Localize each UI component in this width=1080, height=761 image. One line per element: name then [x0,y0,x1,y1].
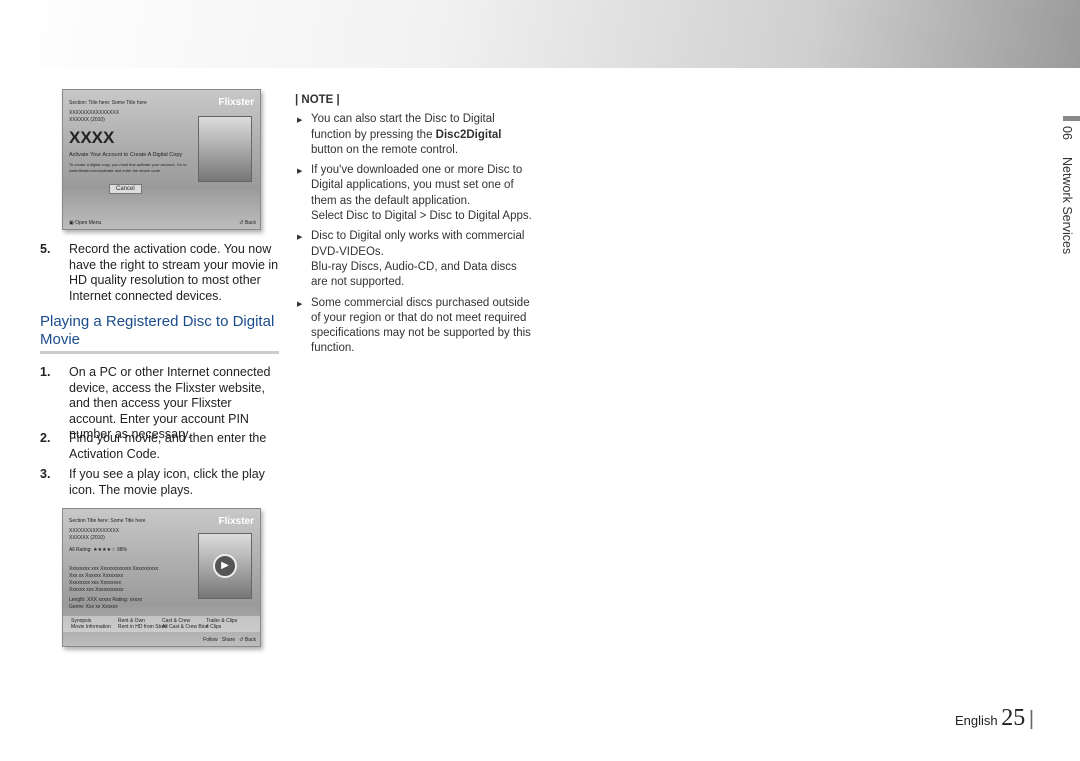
title-line: XXXXXXXXXXXXXXX [69,528,120,534]
section-heading: Playing a Registered Disc to Digital Mov… [40,313,275,348]
back: ↺ Back [239,220,256,226]
year-line: XXXXXX (2010) [69,117,105,123]
info: Xxxxxxxx xxx Xxxxxxxx [69,580,121,586]
open-menu: ▣ Open Menu [69,220,102,226]
page-footer: English 25 | [955,705,1035,731]
tab-bar: Synopsis Movie Information Rent & Own Rent… [63,616,260,632]
movie-screenshot: Section Title here: Some Title here Flix… [62,508,261,647]
info: Genre: Xxx xx Xxxxxx [69,604,118,610]
tab-trailers[interactable]: Trailer & Clips 4 Clips [206,618,237,630]
note-box: | NOTE | You can also start the Disc to … [295,93,535,362]
chapter-title: Network Services [1060,157,1074,255]
footer-actions: Follow Share ↺ Back [203,637,256,643]
info: Xxxxxxxx xxx Xxxxxxxxxxxx Xxxxxxxxxx [69,566,159,572]
tab-cast-crew[interactable]: Cast & Crew All Cast & Crew Bios [162,618,208,630]
movie-poster: ▶ [198,533,252,599]
activate-heading: Activate Your Account to Create A Digita… [69,152,183,158]
note-item: If you've downloaded one or more Disc to… [295,163,535,224]
desc: www.flixster.com/activate and enter the … [69,168,162,173]
flixster-logo: Flixster [218,516,254,527]
section-title: Section Title here: Some Title here [69,518,146,524]
desc: To create a digital copy, you must first… [69,162,187,167]
play-icon[interactable]: ▶ [213,554,237,578]
chapter-number: 06 [1060,126,1074,140]
note-title: | NOTE | [295,94,340,106]
activation-screenshot: Section: Title here: Some Title here Fli… [62,89,261,230]
divider [40,351,279,354]
cancel-button[interactable]: Cancel [109,184,142,194]
chapter-tab-marker [1063,116,1080,121]
rating: All Rating: ★★★★☆ 98% [69,547,127,553]
info: Length: XXX xxxxx Rating: xxxxx [69,597,143,603]
movie-poster [198,116,252,182]
note-item: You can also start the Disc to Digital f… [295,112,535,158]
note-item: Disc to Digital only works with commerci… [295,229,535,290]
tab-rent-own[interactable]: Rent & Own Rent in HD from Store [118,618,167,630]
activation-code: XXXX [69,128,115,147]
step-3: 3. If you see a play icon, click the play… [40,467,265,497]
note-item: Some commercial discs purchased outside … [295,296,535,357]
page-number: 25 [1001,705,1026,731]
tab-synopsis[interactable]: Synopsis Movie Information [71,618,111,630]
info: Xxx xx Xxxxxx Xxxxxxxx [69,573,124,579]
title-line: XXXXXXXXXXXXXXX [69,110,120,116]
step-2: 2. Find your movie, and then enter the Ac… [40,431,267,461]
section-title: Section: Title here: Some Title here [69,100,147,106]
info: Xxxxxx xxx Xxxxxxxxxxx [69,587,124,593]
step-5: 5. Record the activation code. You now ha… [40,242,279,303]
language: English [955,713,998,728]
flixster-logo: Flixster [218,97,254,108]
year-line: XXXXXX (2010) [69,535,105,541]
header-banner [0,0,1080,68]
